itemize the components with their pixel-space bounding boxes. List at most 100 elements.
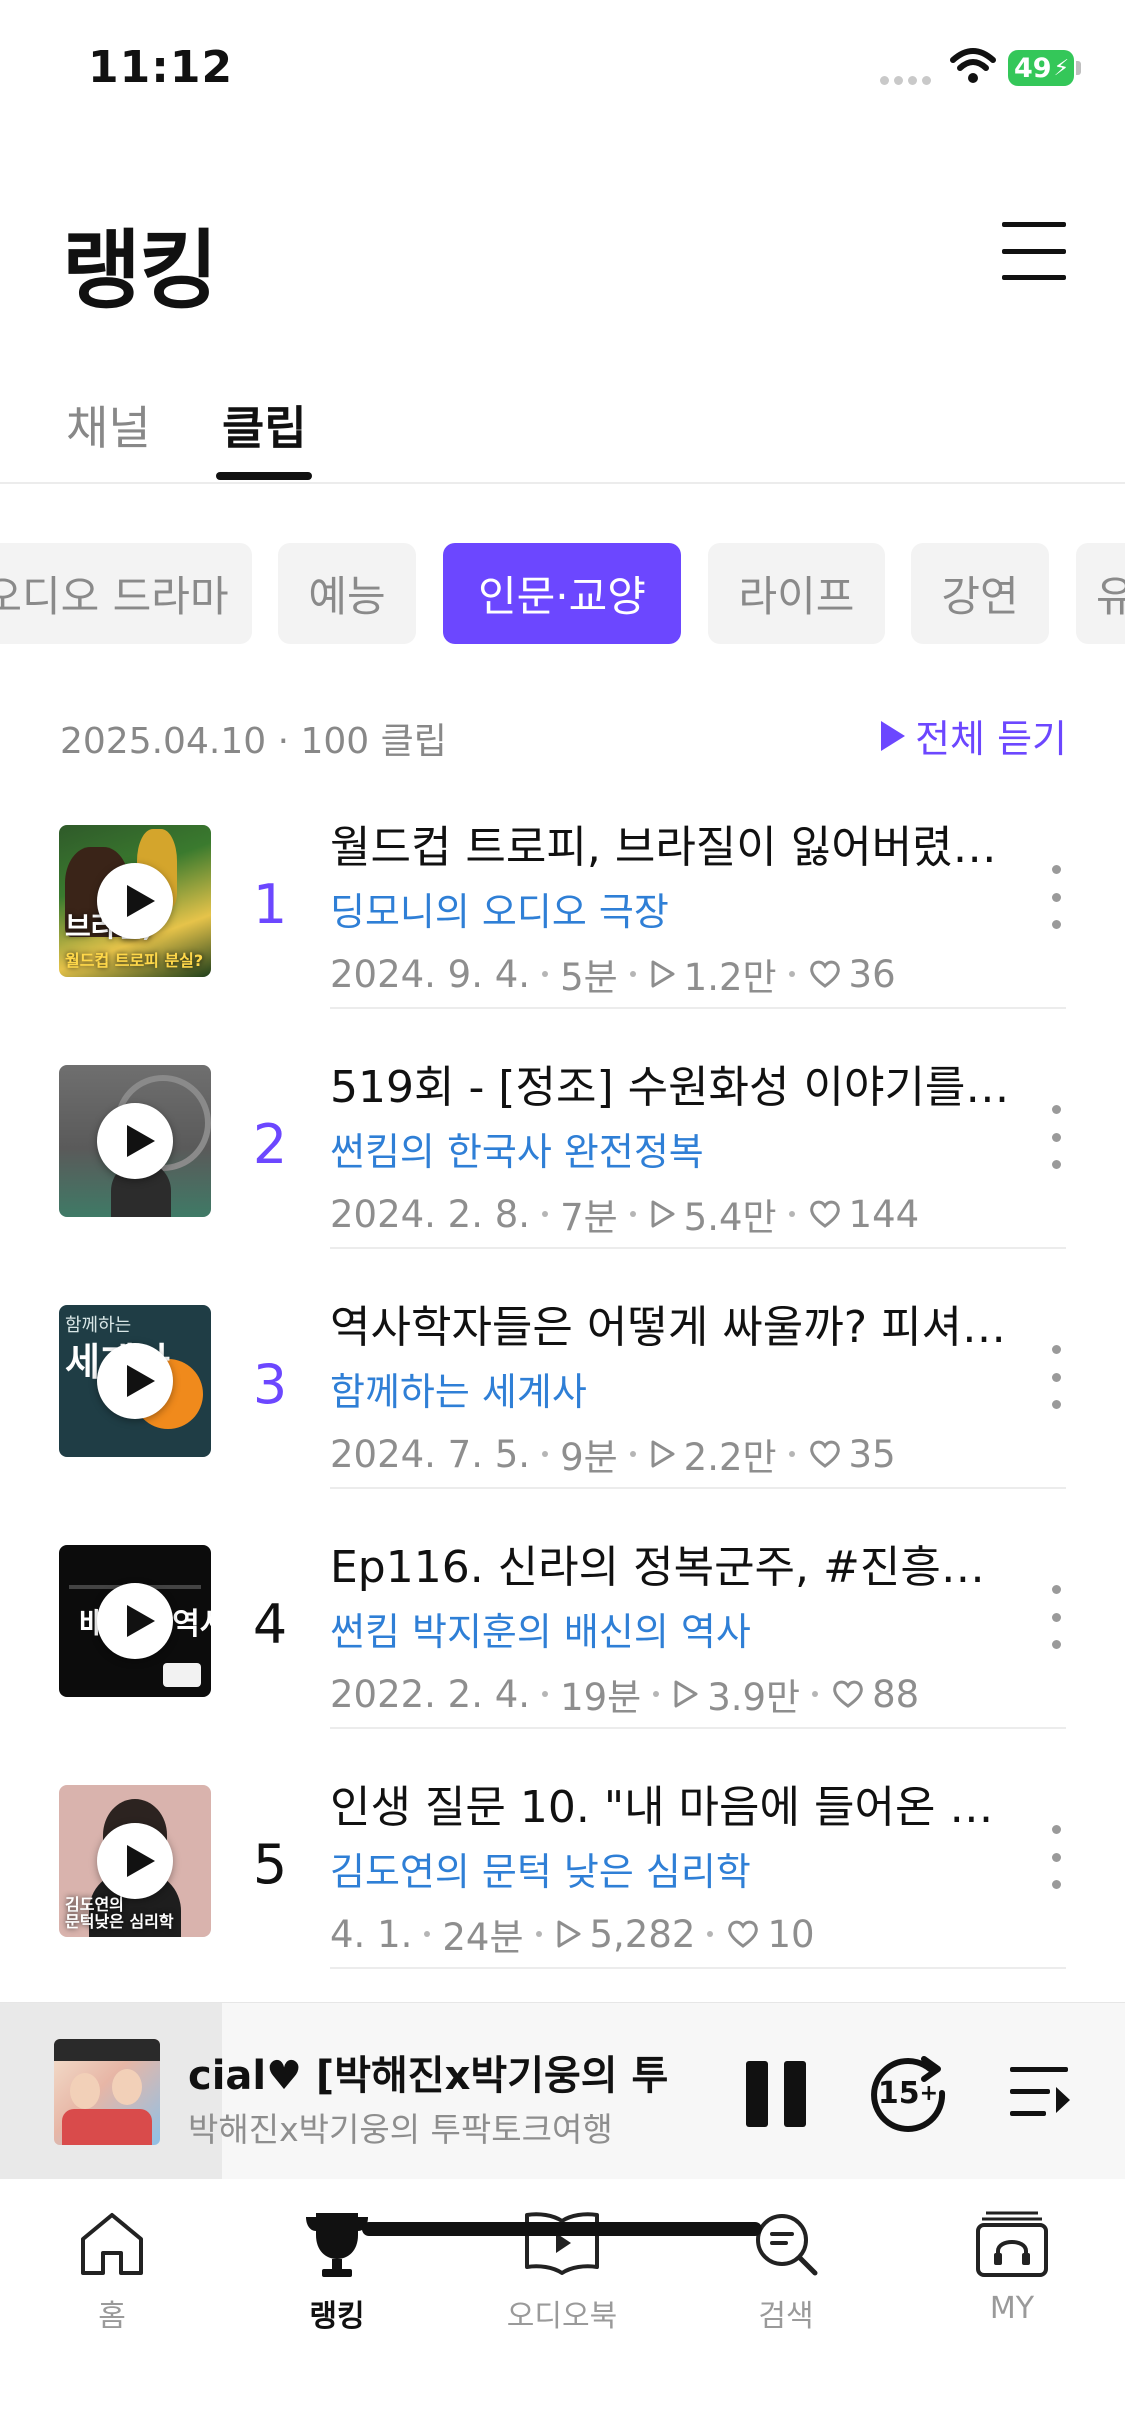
play-count: 2.2만: [683, 1436, 777, 1479]
more-options-icon[interactable]: [1046, 1105, 1066, 1169]
like-count: 10: [767, 1912, 815, 1956]
nav-home-label: 홈: [98, 2299, 126, 2334]
rank-number: 2: [252, 1113, 288, 1176]
nav-my[interactable]: MY: [932, 2209, 1092, 2326]
clip-duration: 5분: [560, 956, 618, 999]
rank-number: 4: [252, 1593, 288, 1656]
clip-meta: 2024. 7. 5. 9분 2.2만 35: [330, 1427, 896, 1481]
channel-link[interactable]: 김도연의 문턱 낮은 심리학: [330, 1841, 751, 1896]
like-count: 144: [848, 1192, 920, 1236]
list-item[interactable]: 김도연의 문턱낮은 심리학 5 인생 질문 10. "내 마음에 들어온 책… 김…: [0, 1782, 1125, 2025]
clip-thumbnail[interactable]: 배신의 역사: [59, 1545, 211, 1697]
chip-lecture[interactable]: 강연: [911, 543, 1049, 644]
clip-title[interactable]: 월드컵 트로피, 브라질이 잃어버렸다...: [330, 811, 1020, 875]
play-icon[interactable]: [97, 1103, 173, 1179]
list-item[interactable]: 2 519회 - [정조] 수원화성 이야기를… 썬킴의 한국사 완전정복 20…: [0, 1062, 1125, 1305]
battery-icon: 49 ⚡: [1008, 50, 1074, 86]
player-title[interactable]: cial♥ [박해진x박기웅의 투: [188, 2043, 708, 2101]
clip-thumbnail[interactable]: 브라질,월드컵 트로피 분실?: [59, 825, 211, 977]
nav-ranking-label: 랭킹: [309, 2299, 365, 2334]
clip-date: 2024. 7. 5.: [330, 1432, 531, 1476]
play-icon[interactable]: [97, 1343, 173, 1419]
chip-life[interactable]: 라이프: [708, 543, 885, 644]
more-options-icon[interactable]: [1046, 1345, 1066, 1409]
like-count: 35: [848, 1432, 896, 1476]
play-icon: [881, 720, 906, 751]
play-count-icon: [651, 1440, 675, 1468]
rank-number: 1: [252, 873, 288, 936]
more-options-icon[interactable]: [1046, 865, 1066, 929]
tab-clip[interactable]: 클립: [222, 392, 307, 458]
heart-icon: [833, 1680, 863, 1708]
clip-duration: 24분: [442, 1916, 524, 1959]
player-artwork[interactable]: [54, 2039, 160, 2145]
play-count-icon: [651, 960, 675, 988]
clip-thumbnail[interactable]: 김도연의 문턱낮은 심리학: [59, 1785, 211, 1937]
clip-title[interactable]: 519회 - [정조] 수원화성 이야기를…: [330, 1051, 1020, 1115]
clip-title[interactable]: 인생 질문 10. "내 마음에 들어온 책…: [330, 1771, 1020, 1835]
play-icon[interactable]: [97, 1823, 173, 1899]
chip-next[interactable]: 유: [1076, 543, 1125, 644]
play-count: 5.4만: [683, 1196, 777, 1239]
category-chips: 오디오 드라마 예능 인문·교양 라이프 강연 유: [0, 543, 1125, 644]
clip-meta: 2024. 9. 4. 5분 1.2만 36: [330, 947, 896, 1001]
chip-humanities[interactable]: 인문·교양: [443, 543, 681, 644]
hamburger-menu-icon[interactable]: [1002, 222, 1066, 280]
pause-button[interactable]: [746, 2061, 806, 2127]
like-count: 36: [848, 952, 896, 996]
clip-meta: 4. 1. 24분 5,282 10: [330, 1907, 815, 1961]
thumbnail-caption: 김도연의 문턱낮은 심리학: [65, 1895, 174, 1932]
play-count: 5,282: [589, 1912, 696, 1956]
channel-link[interactable]: 함께하는 세계사: [330, 1361, 587, 1416]
clip-title[interactable]: Ep116. 신라의 정복군주, #진흥왕…: [330, 1531, 1020, 1595]
play-icon[interactable]: [97, 1583, 173, 1659]
clip-thumbnail[interactable]: [59, 1065, 211, 1217]
clip-thumbnail[interactable]: 함께하는 세계사: [59, 1305, 211, 1457]
heart-icon: [728, 1920, 759, 1948]
clip-duration: 7분: [560, 1196, 618, 1239]
like-count: 88: [872, 1672, 920, 1716]
chip-audio-drama[interactable]: 오디오 드라마: [0, 543, 252, 644]
clip-duration: 19분: [560, 1676, 642, 1719]
rank-number: 3: [252, 1353, 288, 1416]
chip-entertainment[interactable]: 예능: [278, 543, 416, 644]
playlist-queue-icon[interactable]: [1008, 2063, 1072, 2121]
home-icon: [81, 2213, 143, 2275]
channel-link[interactable]: 썬킴 박지훈의 배신의 역사: [330, 1601, 751, 1656]
play-count: 1.2만: [683, 956, 777, 999]
channel-link[interactable]: 딩모니의 오디오 극장: [330, 881, 669, 936]
tab-channel[interactable]: 채널: [66, 392, 151, 458]
list-item[interactable]: 배신의 역사 4 Ep116. 신라의 정복군주, #진흥왕… 썬킴 박지훈의 …: [0, 1542, 1125, 1785]
clip-meta: 2022. 2. 4. 19분 3.9만 88: [330, 1667, 919, 1721]
bottom-navigation: 홈 랭킹 오디오북 검색 MY: [0, 2179, 1125, 2436]
audiobook-icon: [525, 2212, 599, 2275]
list-item[interactable]: 함께하는 세계사 3 역사학자들은 어떻게 싸울까? 피셔… 함께하는 세계사 …: [0, 1302, 1125, 1545]
status-bar: 11:12 49 ⚡: [0, 0, 1125, 140]
clip-duration: 9분: [560, 1436, 618, 1479]
divider: [330, 1007, 1066, 1009]
nav-my-label: MY: [989, 2291, 1035, 2326]
search-icon: [756, 2214, 818, 2276]
home-indicator: [362, 2222, 762, 2236]
nav-home[interactable]: 홈: [32, 2209, 192, 2335]
play-count-icon: [651, 1200, 675, 1228]
heart-icon: [809, 960, 840, 988]
play-count-icon: [674, 1680, 698, 1708]
rank-number: 5: [252, 1833, 288, 1896]
clip-date: 2024. 9. 4.: [330, 952, 531, 996]
play-all-button[interactable]: 전체 듣기: [881, 708, 1067, 763]
divider: [330, 1487, 1066, 1489]
play-icon[interactable]: [97, 863, 173, 939]
mini-player[interactable]: cial♥ [박해진x박기웅의 투 박해진x박기웅의 투팍토크여행 15 +: [0, 2002, 1125, 2180]
clip-title[interactable]: 역사학자들은 어떻게 싸울까? 피셔…: [330, 1291, 1020, 1355]
list-item[interactable]: 브라질,월드컵 트로피 분실? 1 월드컵 트로피, 브라질이 잃어버렸다...…: [0, 822, 1125, 1065]
clip-date: 2022. 2. 4.: [330, 1672, 531, 1716]
skip-forward-15-button[interactable]: 15 +: [866, 2051, 950, 2135]
nav-search-label: 검색: [758, 2299, 814, 2334]
channel-link[interactable]: 썬킴의 한국사 완전정복: [330, 1121, 704, 1176]
more-options-icon[interactable]: [1046, 1825, 1066, 1889]
clip-date: 2024. 2. 8.: [330, 1192, 531, 1236]
my-library-icon: [976, 2211, 1048, 2277]
wifi-icon: [950, 48, 996, 83]
more-options-icon[interactable]: [1046, 1585, 1066, 1649]
